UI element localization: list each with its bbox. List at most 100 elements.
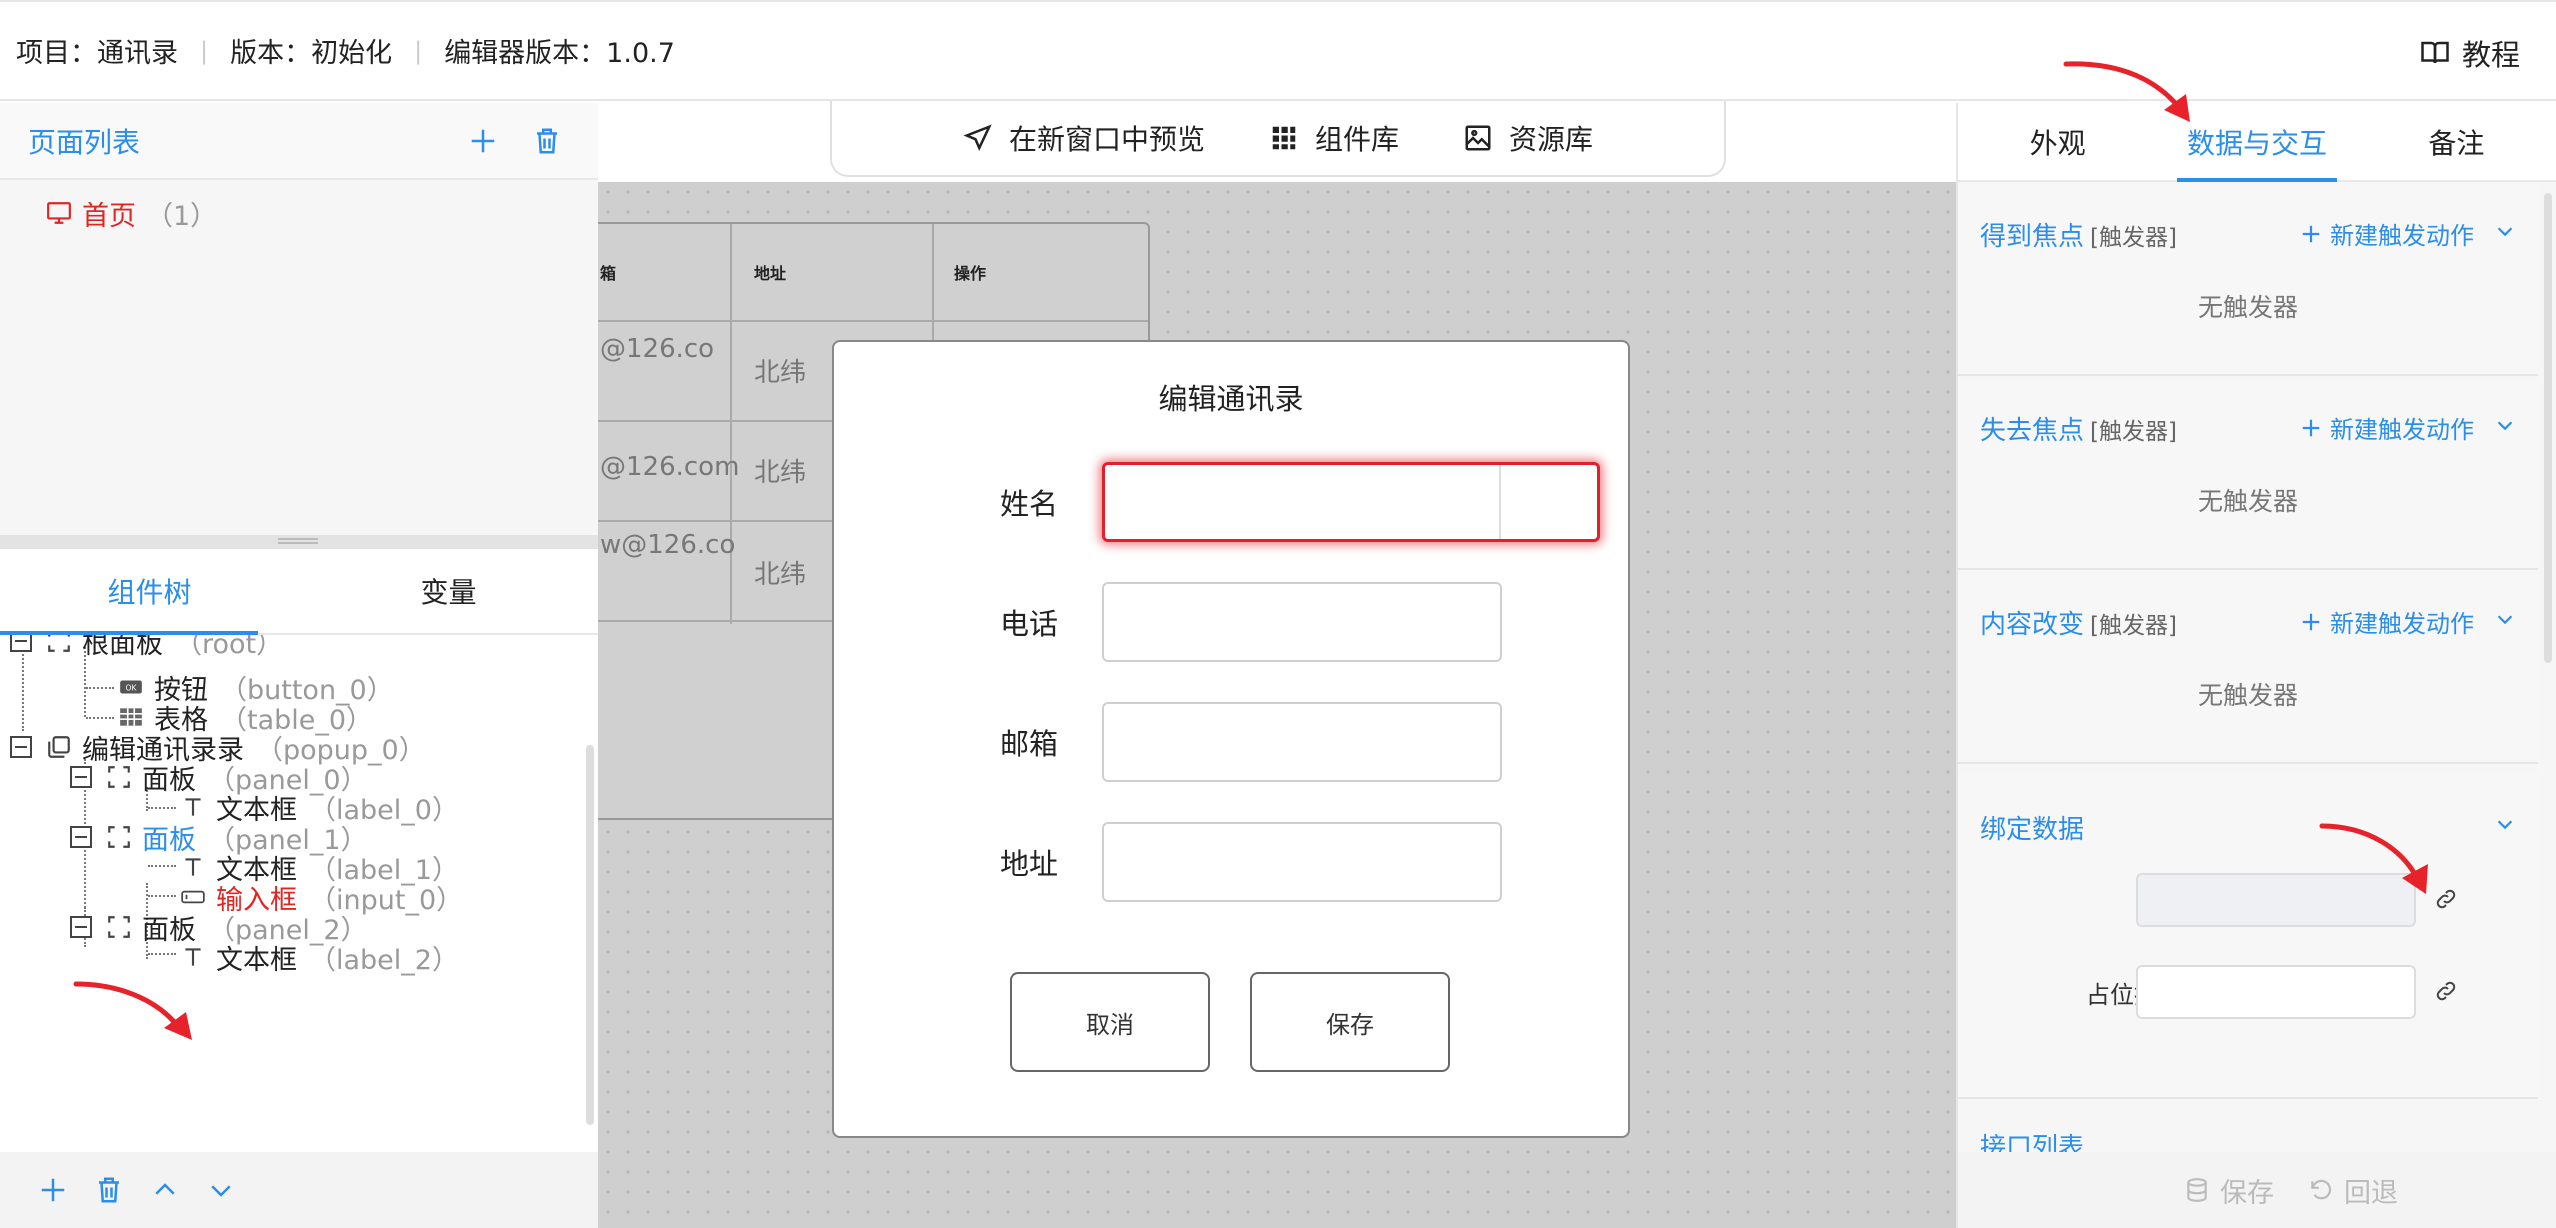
address-label: 地址 [1000,847,1059,881]
cancel-button[interactable]: 取消 [1010,972,1210,1072]
page-item-count: （1） [146,200,218,232]
collapse-toggle[interactable] [70,766,92,788]
plus-icon [2302,419,2320,436]
tree-tabs: 组件树 变量 [0,549,598,635]
table-cell: 北纬 [754,458,807,488]
panel-icon [108,826,130,848]
grid-icon [1272,126,1296,150]
table-cell: @126.co [600,334,715,364]
book-icon [2421,41,2449,63]
monitor-icon [47,202,71,224]
placeholder-input[interactable] [2136,965,2416,1019]
email-input[interactable] [1102,702,1502,782]
annotation-arrow [73,981,192,1040]
edit-contact-dialog[interactable]: 编辑通讯录 姓名 电话 邮箱 地址 取消 保存 [832,340,1630,1138]
collapse-toggle[interactable] [10,736,32,758]
tutorial-label: 教程 [2461,37,2520,72]
editor-version: 编辑器版本：1.0.7 [444,38,675,69]
link-icon[interactable] [2434,979,2458,1003]
trigger-section-blur: 失去焦点 [触发器] 新建触发动作 无触发器 [1958,378,2538,570]
project-name: 项目：通讯录 [16,38,178,69]
add-page-icon[interactable] [468,126,498,156]
add-icon[interactable] [38,1175,68,1205]
trigger-title: 失去焦点 [触发器] [1980,416,2177,446]
delete-page-icon[interactable] [532,126,562,156]
chevron-down-icon[interactable] [2494,220,2516,242]
new-trigger-action-button[interactable]: 新建触发动作 [2300,410,2474,445]
undo-footer-button[interactable]: 回退 [2308,1171,2398,1210]
collapse-toggle[interactable] [10,635,32,652]
asset-library-button[interactable]: 资源库 [1463,118,1593,158]
properties-panel: 外观 数据与交互 备注 得到焦点 [触发器] 新建触发动作 无触发器 失去焦点 [触… [1956,103,2556,1228]
page-list-title: 页面列表 [28,125,141,159]
database-icon [2187,1178,2207,1202]
table-cell: 北纬 [754,358,807,388]
save-footer-button[interactable]: 保存 [2184,1171,2274,1210]
tab-notes[interactable]: 备注 [2357,103,2556,180]
bind-data-title: 绑定数据 [1980,815,2085,845]
move-down-icon[interactable] [206,1175,236,1205]
annotation-arrow [2319,823,2428,894]
version-name: 版本：初始化 [230,38,393,69]
phone-field-row: 电话 [834,582,1628,662]
tree-node-root[interactable]: 根面板 （root） [10,635,283,665]
tree-node-label-2[interactable]: 文本框 （label_2） [180,933,459,981]
table-header: 箱 [600,264,617,283]
collapse-toggle[interactable] [70,826,92,848]
chevron-down-icon[interactable] [2494,414,2516,436]
tab-component-tree[interactable]: 组件树 [0,549,299,635]
panel-splitter[interactable] [0,535,598,549]
no-trigger-text: 无触发器 [2197,487,2298,516]
plus-icon [2302,613,2320,630]
tree-footer-toolbar [0,1152,598,1228]
trigger-title: 内容改变 [触发器] [1980,610,2177,640]
separator: | [414,36,423,65]
plus-icon [2302,225,2320,242]
component-tree: 根面板 （root） OK 按钮 （button_0） 表格 （table_0） 编辑… [0,635,598,1152]
name-input[interactable] [1102,462,1600,542]
property-tabs: 外观 数据与交互 备注 [1958,103,2556,182]
chevron-down-icon[interactable] [2494,608,2516,630]
trigger-section-change: 内容改变 [触发器] 新建触发动作 无触发器 [1958,572,2538,764]
tutorial-link[interactable]: 教程 [2420,2,2520,103]
svg-text:OK: OK [126,683,138,692]
panel-icon [108,766,130,788]
no-trigger-text: 无触发器 [2197,681,2298,710]
table-header: 操作 [954,264,987,283]
chevron-down-icon[interactable] [2494,813,2516,835]
tab-variables[interactable]: 变量 [299,549,598,633]
send-icon [963,124,992,152]
properties-footer: 保存 回退 [1958,1152,2556,1228]
collapse-toggle[interactable] [70,916,92,938]
new-trigger-action-button[interactable]: 新建触发动作 [2300,604,2474,639]
design-canvas[interactable]: 箱 地址 操作 @126.co 北纬 @126.com 北纬 w@126.co … [598,182,1956,1228]
bind-data-section: 绑定数据 内容 占位提示 [1958,773,2538,1099]
trigger-title: 得到焦点 [触发器] [1980,222,2177,252]
page-item-home[interactable]: 首页 （1） [0,180,598,246]
new-trigger-action-button[interactable]: 新建触发动作 [2300,216,2474,251]
undo-icon [2311,1179,2332,1200]
table-cell: w@126.co [600,530,736,560]
separator: | [200,36,209,65]
table-cell: 北纬 [754,560,807,590]
page-list-panel: 页面列表 首页 （1） [0,103,598,535]
phone-input[interactable] [1102,582,1502,662]
dialog-title: 编辑通讯录 [1158,382,1304,416]
address-input[interactable] [1102,822,1502,902]
save-button[interactable]: 保存 [1250,972,1450,1072]
panel-icon [48,635,70,652]
component-library-button[interactable]: 组件库 [1269,118,1399,158]
properties-scrollbar[interactable] [2544,193,2552,663]
preview-new-window-button[interactable]: 在新窗口中预览 [963,118,1205,158]
annotation-arrow [2063,61,2190,122]
move-up-icon[interactable] [150,1175,180,1205]
table-cell: @126.com [600,452,740,482]
email-label: 邮箱 [1000,727,1059,761]
name-label: 姓名 [1000,487,1059,521]
tree-scrollbar[interactable] [586,745,594,1125]
component-tree-panel: 组件树 变量 根面板 （root） OK 按钮 （button_0） 表格 （tabl… [0,549,598,1152]
bind-content-row: 内容 [1958,873,2538,927]
image-icon [1465,125,1491,151]
canvas-toolbar: 在新窗口中预览 组件库 资源库 [830,101,1726,177]
delete-icon[interactable] [94,1175,124,1205]
